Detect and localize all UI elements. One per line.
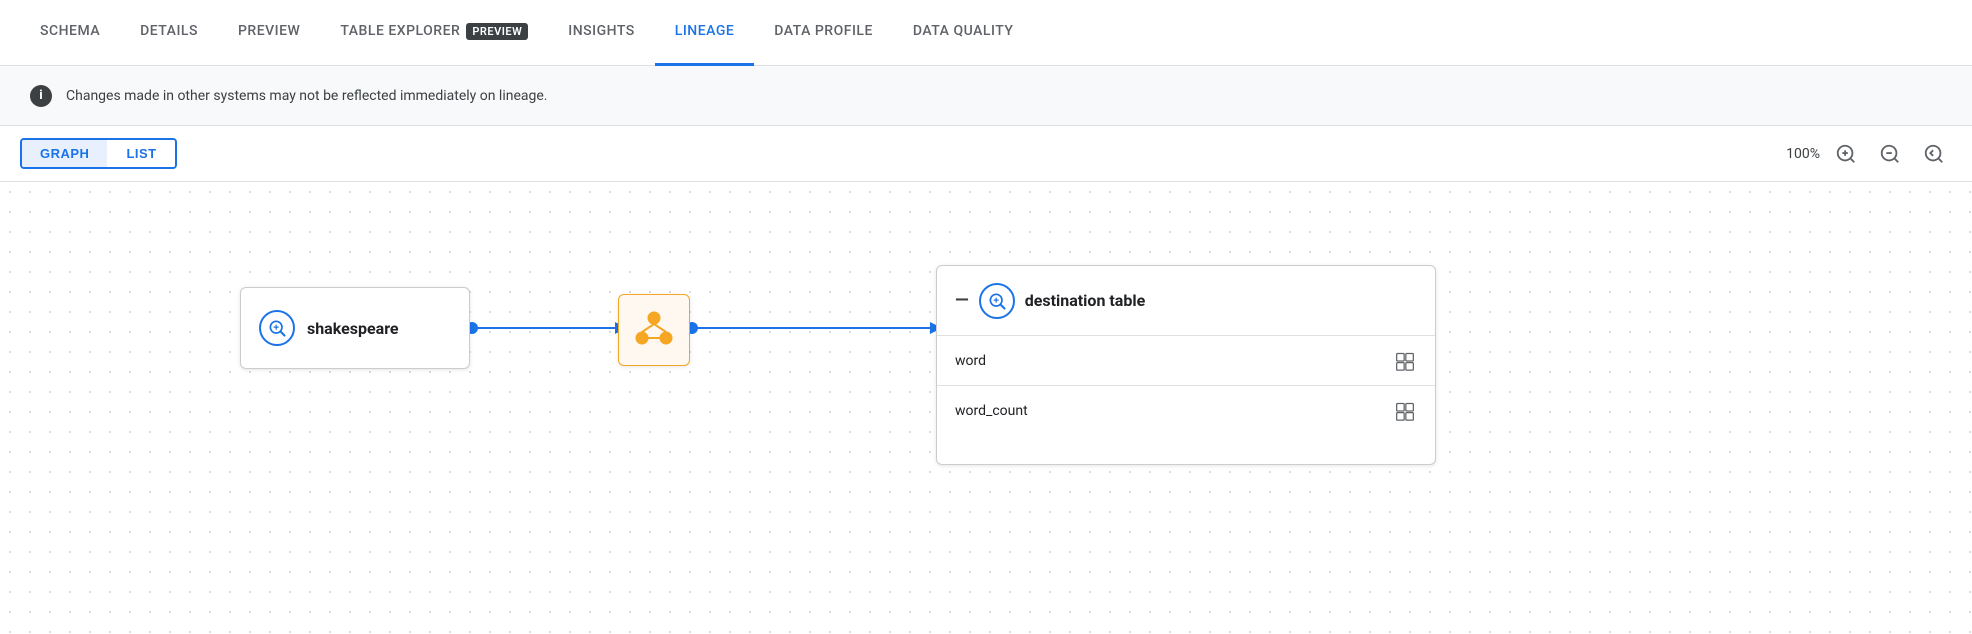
destination-field-word-count: word_count (955, 403, 1028, 419)
destination-node-header: — destination table (937, 266, 1435, 336)
zoom-controls: 100% (1786, 136, 1952, 172)
tab-data-quality[interactable]: DATA QUALITY (893, 0, 1034, 66)
transform-node[interactable] (618, 294, 690, 366)
info-icon: i (30, 85, 52, 107)
destination-row-word[interactable]: word (937, 336, 1435, 386)
tab-schema[interactable]: SCHEMA (20, 0, 120, 66)
transform-icon (632, 308, 676, 352)
destination-row-word-count[interactable]: word_count (937, 386, 1435, 436)
info-bar: i Changes made in other systems may not … (0, 66, 1972, 126)
graph-canvas[interactable]: shakespeare — (0, 182, 1972, 634)
tab-table-explorer[interactable]: TABLE EXPLORER PREVIEW (320, 0, 548, 66)
source-node-label: shakespeare (307, 319, 399, 338)
info-message: Changes made in other systems may not be… (66, 88, 548, 104)
controls-bar: GRAPH LIST 100% (0, 126, 1972, 182)
word-count-lineage-icon[interactable] (1393, 399, 1417, 423)
destination-node-label: destination table (1025, 291, 1146, 310)
tab-insights[interactable]: INSIGHTS (548, 0, 655, 66)
table-explorer-preview-badge: PREVIEW (466, 23, 528, 40)
view-toggle: GRAPH LIST (20, 138, 177, 169)
zoom-out-button[interactable] (1872, 136, 1908, 172)
destination-dash: — (955, 290, 969, 311)
tab-lineage[interactable]: LINEAGE (655, 0, 755, 66)
tab-data-profile[interactable]: DATA PROFILE (754, 0, 893, 66)
tab-preview[interactable]: PREVIEW (218, 0, 320, 66)
list-view-button[interactable]: LIST (108, 140, 174, 167)
destination-node-icon (979, 283, 1015, 319)
tab-bar: SCHEMA DETAILS PREVIEW TABLE EXPLORER PR… (0, 0, 1972, 66)
zoom-in-button[interactable] (1828, 136, 1864, 172)
tab-details[interactable]: DETAILS (120, 0, 218, 66)
zoom-reset-button[interactable] (1916, 136, 1952, 172)
word-lineage-icon[interactable] (1393, 349, 1417, 373)
zoom-level: 100% (1786, 146, 1820, 162)
graph-view-button[interactable]: GRAPH (22, 140, 107, 167)
source-node-icon (259, 310, 295, 346)
source-node[interactable]: shakespeare (240, 287, 470, 369)
tab-table-explorer-label: TABLE EXPLORER (340, 23, 460, 39)
destination-node[interactable]: — destination table word (936, 265, 1436, 465)
lineage-graph: shakespeare — (0, 182, 1972, 634)
destination-field-word: word (955, 353, 986, 369)
